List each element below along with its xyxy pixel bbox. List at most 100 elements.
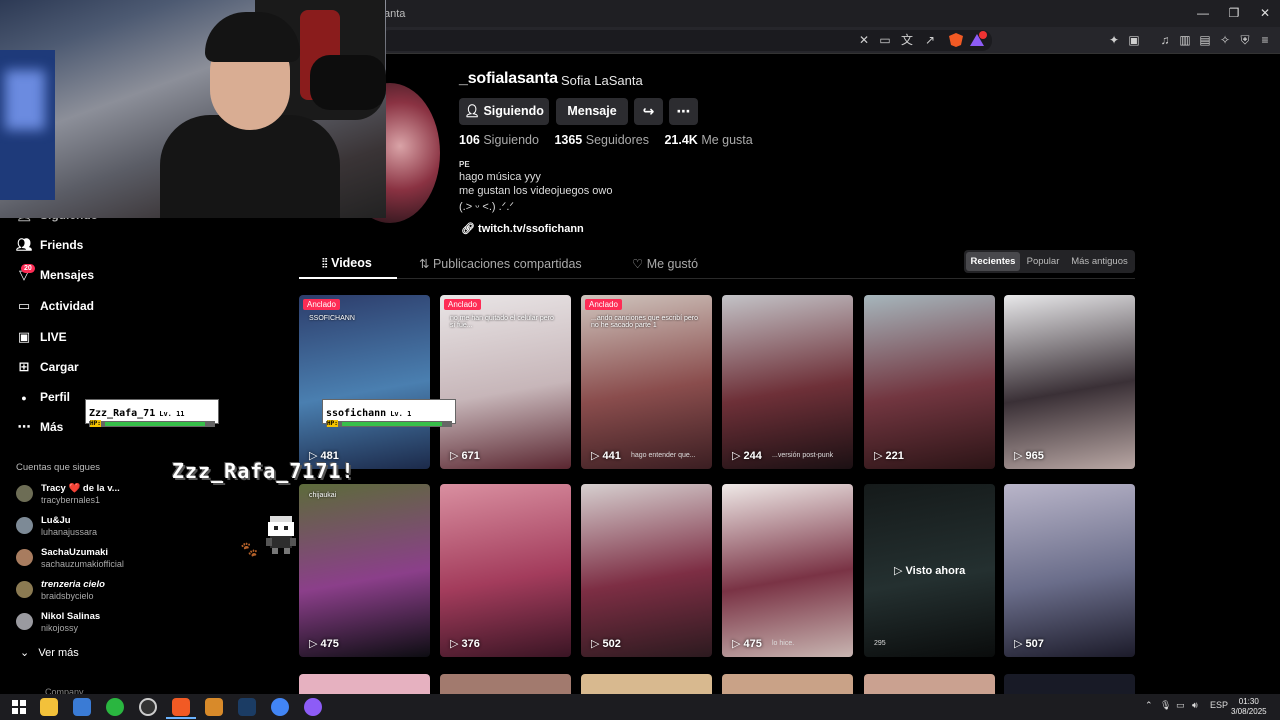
video-thumbnail[interactable]: Anclado SSOFICHANN ▷ 481 <box>299 295 430 469</box>
leo-ai-icon[interactable]: ✧ <box>1218 33 1232 47</box>
tray-chevron-icon[interactable]: ⌃ <box>1145 700 1153 711</box>
close-window-button[interactable]: ✕ <box>1250 4 1280 22</box>
volume-icon[interactable]: 🔊︎ <box>1192 700 1198 711</box>
sidebar-item-live[interactable]: ▣ LIVE <box>16 328 67 346</box>
chrome-icon[interactable] <box>271 698 289 716</box>
grid-icon: ⦙⦙ <box>322 256 332 270</box>
bio-link[interactable]: 🔗︎ twitch.tv/ssofichann <box>461 222 584 235</box>
video-thumbnail[interactable]: ▷ 376 <box>440 484 571 657</box>
share-profile-button[interactable]: ↪ <box>634 98 663 125</box>
tab-active-indicator <box>299 277 397 279</box>
store-icon[interactable] <box>73 698 91 716</box>
avatar[interactable] <box>16 613 33 630</box>
restore-button[interactable]: ❐ <box>1219 4 1249 22</box>
account-handle: luhanajussara <box>41 527 98 537</box>
profile-stats: 106 Siguiendo 1365 Seguidores 21.4K Me g… <box>459 133 765 147</box>
avatar[interactable] <box>16 549 33 566</box>
tab-videos[interactable]: ⦙⦙ Videos <box>322 256 372 271</box>
video-thumbnail[interactable]: Anclado ...ando canciones que escribí per… <box>581 295 712 469</box>
steam-icon[interactable] <box>238 698 256 716</box>
video-thumbnail[interactable]: chijaukai ▷ 475 <box>299 484 430 657</box>
brave-browser-icon[interactable] <box>172 698 190 716</box>
video-thumbnail-partial[interactable] <box>1004 674 1135 694</box>
bio-line-1: hago música yyy <box>459 171 541 183</box>
more-dots-icon: ⋯ <box>676 103 691 119</box>
avatar[interactable] <box>16 517 33 534</box>
app-icon[interactable] <box>205 698 223 716</box>
video-thumbnail-partial[interactable] <box>299 674 430 694</box>
video-thumbnail[interactable]: ...versión post-punk ▷ 244 <box>722 295 853 469</box>
wallet-icon[interactable]: ▤ <box>1198 33 1212 47</box>
file-explorer-icon[interactable] <box>40 698 58 716</box>
whatsapp-icon[interactable] <box>106 698 124 716</box>
video-caption: SSOFICHANN <box>309 315 355 322</box>
message-button[interactable]: Mensaje <box>556 98 628 125</box>
video-caption: chijaukai <box>309 492 337 499</box>
sidebar-item-label: Friends <box>40 238 84 252</box>
video-thumbnail[interactable]: ▷ 965 <box>1004 295 1135 469</box>
tab-liked[interactable]: ♡ Me gustó <box>632 256 698 271</box>
sort-popular-button[interactable]: Popular <box>1022 252 1064 271</box>
account-name[interactable]: trenzeria cielo <box>41 579 105 590</box>
followers-count[interactable]: 1365 <box>554 133 582 147</box>
see-more-button[interactable]: ⌄ Ver más <box>20 646 79 659</box>
video-thumbnail[interactable]: ▷ 502 <box>581 484 712 657</box>
translate-icon[interactable]: ✕ <box>857 33 871 47</box>
following-button[interactable]: 👤︎ Siguiendo <box>459 98 549 125</box>
video-thumbnail-partial[interactable] <box>722 674 853 694</box>
video-thumbnail-partial[interactable] <box>864 674 995 694</box>
avatar[interactable] <box>16 581 33 598</box>
sidebar-item-upload[interactable]: ⊞ Cargar <box>16 358 79 376</box>
more-options-button[interactable]: ⋯ <box>669 98 698 125</box>
obs-icon[interactable] <box>304 698 322 716</box>
avatar[interactable] <box>16 485 33 502</box>
tab-videos-label: Videos <box>331 256 372 270</box>
sidebar-item-label: Perfil <box>40 390 71 404</box>
account-handle: braidsbycielo <box>41 591 94 601</box>
video-thumbnail[interactable]: ▷ 507 <box>1004 484 1135 657</box>
rewards-notification-dot <box>979 31 987 39</box>
sort-oldest-button[interactable]: Más antiguos <box>1066 252 1133 271</box>
sidebar-item-more[interactable]: ⋯ Más <box>16 418 64 436</box>
video-thumbnail[interactable]: ▷ Visto ahora 295 <box>864 484 995 657</box>
account-name[interactable]: Tracy ❤️ de la v... <box>41 483 120 494</box>
video-thumbnail[interactable]: ▷ 221 <box>864 295 995 469</box>
video-thumbnail-partial[interactable] <box>581 674 712 694</box>
app-icon[interactable] <box>139 698 157 716</box>
system-clock[interactable]: 01:30 3/08/2025 <box>1231 697 1267 717</box>
sort-recent-button[interactable]: Recientes <box>966 252 1020 271</box>
tab-reposts[interactable]: ⇅ Publicaciones compartidas <box>419 256 582 271</box>
following-count[interactable]: 106 <box>459 133 480 147</box>
minimize-button[interactable]: — <box>1188 4 1218 22</box>
account-name[interactable]: Lu&Ju <box>41 515 71 526</box>
language-indicator[interactable]: ESP <box>1210 700 1228 710</box>
microphone-icon[interactable]: 🎙︎ <box>1160 700 1171 711</box>
sidebar-item-activity[interactable]: ▭ Actividad <box>16 297 94 315</box>
menu-icon[interactable]: ≡ <box>1258 33 1272 47</box>
bio-country: PE <box>459 160 470 169</box>
vpn-icon[interactable]: ⛨ <box>1238 33 1252 47</box>
language-icon[interactable]: 文 <box>900 33 914 47</box>
network-icon[interactable]: ▭ <box>1176 700 1185 711</box>
extensions-icon[interactable]: ✦ <box>1107 33 1121 47</box>
pinned-badge: Anclado <box>444 299 481 310</box>
share-icon[interactable]: ↗ <box>923 33 937 47</box>
sidebar-item-friends[interactable]: 👥︎ Friends <box>16 236 83 254</box>
video-overlay-text: ...versión post-punk <box>772 452 834 459</box>
sidebar-item-profile[interactable]: ● Perfil <box>16 388 70 406</box>
address-text: anta <box>384 8 406 20</box>
sidebar-toggle-icon[interactable]: ▥ <box>1178 33 1192 47</box>
capture-icon[interactable]: ▣ <box>1127 33 1141 47</box>
screen-icon[interactable]: ▭ <box>878 33 892 47</box>
music-icon[interactable]: ♫ <box>1158 33 1172 47</box>
account-name[interactable]: SachaUzumaki <box>41 547 108 558</box>
start-icon[interactable] <box>10 698 28 716</box>
brave-shield-icon[interactable] <box>948 33 964 47</box>
account-name[interactable]: Nikol Salinas <box>41 611 100 622</box>
player-level: Lv. 1 <box>390 410 412 418</box>
profile-nickname: Sofia LaSanta <box>561 73 643 88</box>
video-thumbnail[interactable]: Anclado no me han quitado el celular pero… <box>440 295 571 469</box>
link-icon: 🔗︎ <box>461 223 479 235</box>
video-thumbnail-partial[interactable] <box>440 674 571 694</box>
video-thumbnail[interactable]: lo hice. ▷ 475 <box>722 484 853 657</box>
